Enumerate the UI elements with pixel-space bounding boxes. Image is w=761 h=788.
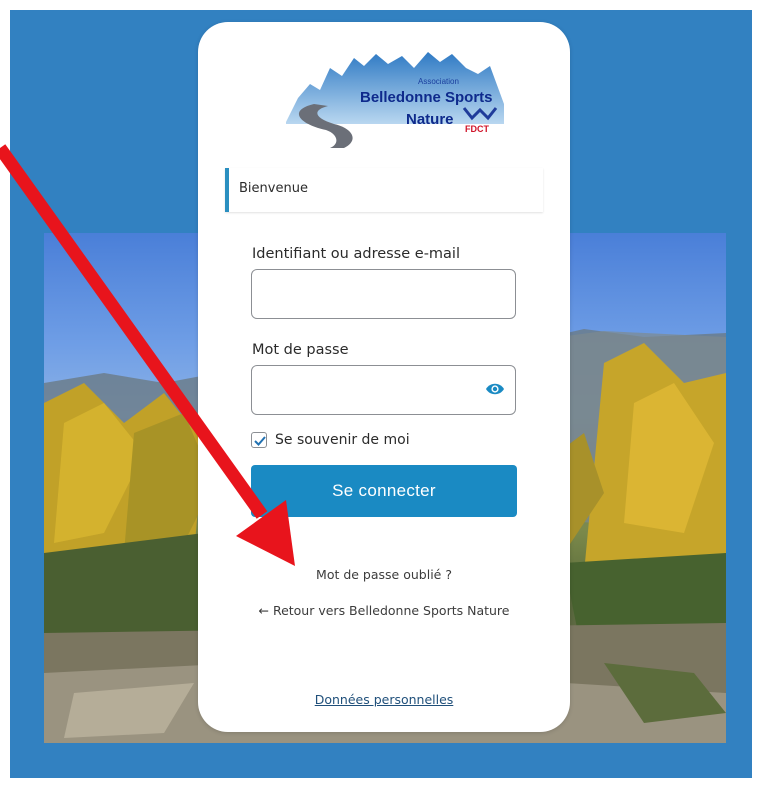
welcome-message: Bienvenue (225, 168, 543, 212)
remember-me-row[interactable]: Se souvenir de moi (251, 430, 410, 450)
logo-text-belledonne: Belledonne Sports (360, 89, 493, 106)
username-field-wrapper (251, 269, 516, 319)
remember-me-label: Se souvenir de moi (275, 432, 410, 448)
privacy-policy-link[interactable]: Données personnelles (315, 692, 454, 707)
username-label: Identifiant ou adresse e-mail (252, 246, 460, 262)
privacy-row: Données personnelles (198, 692, 570, 707)
logo-badge-fdct: FDCT (465, 124, 489, 134)
back-to-site-row: ← Retour vers Belledonne Sports Nature (198, 603, 570, 618)
logo-text-nature: Nature (406, 111, 454, 128)
login-card: Association Belledonne Sports Nature FDC… (198, 22, 570, 732)
logo-text-association: Association (418, 77, 459, 86)
lost-password-row: Mot de passe oublié ? (198, 567, 570, 582)
password-label: Mot de passe (252, 342, 349, 358)
back-to-site-link[interactable]: ← Retour vers Belledonne Sports Nature (259, 603, 510, 618)
password-field-wrapper (251, 365, 516, 415)
login-button[interactable]: Se connecter (251, 465, 517, 517)
password-input[interactable] (252, 366, 515, 414)
site-logo[interactable]: Association Belledonne Sports Nature FDC… (268, 44, 508, 148)
checkmark-icon (254, 436, 266, 446)
welcome-message-text: Bienvenue (239, 181, 308, 196)
eye-icon[interactable] (485, 381, 505, 397)
remember-me-checkbox[interactable] (251, 432, 267, 448)
username-input[interactable] (252, 270, 515, 318)
lost-password-link[interactable]: Mot de passe oublié ? (316, 567, 452, 582)
